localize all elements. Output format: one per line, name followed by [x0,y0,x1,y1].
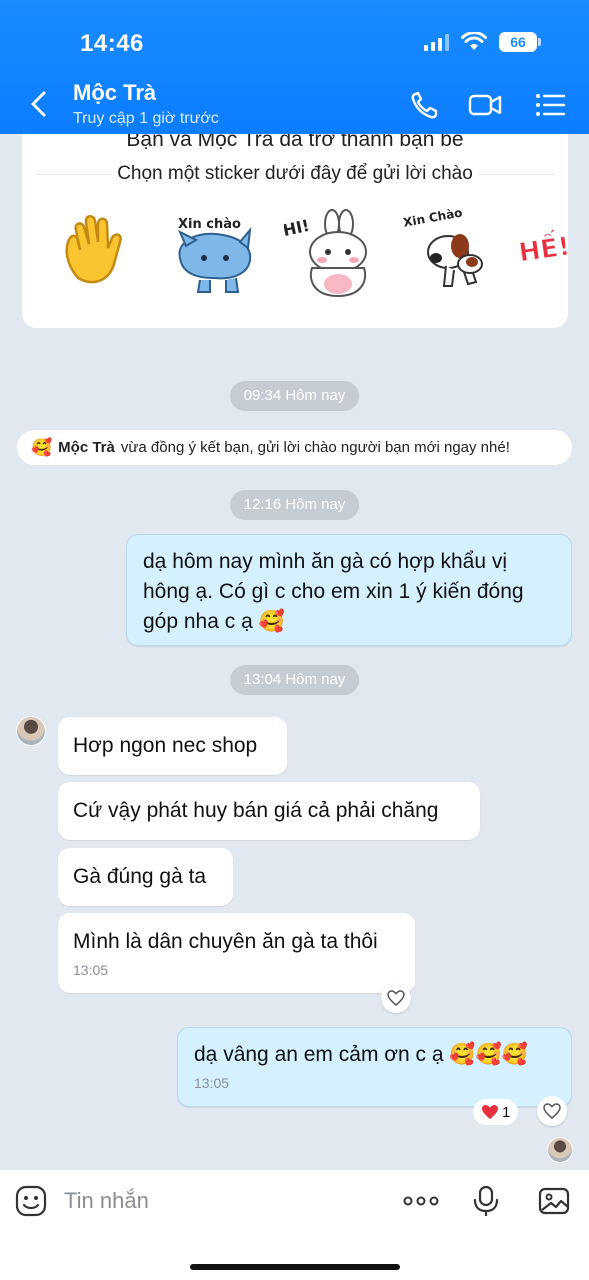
more-options-icon[interactable] [402,1184,440,1218]
battery-indicator: 66 [499,32,541,52]
seen-avatar [547,1137,573,1163]
smiling-face-icon: 🥰 [31,437,53,457]
cat-sticker-text: Xin chào [178,217,241,232]
message-text: dạ hôm nay mình ăn gà có hợp khẩu vị hôn… [143,550,524,633]
cat-sticker[interactable]: Xin chào [170,208,260,298]
he-sticker-text: HẾ!! [516,225,568,268]
message-bubble-received[interactable]: Cứ vậy phát huy bán giá cả phải chăng [58,782,480,840]
sticker-icon[interactable] [14,1184,48,1218]
sticker-prompt: Chọn một sticker dưới đây để gửi lời chà… [22,163,568,185]
heart-outline-icon [543,1103,561,1119]
contact-name[interactable]: Mộc Trà [73,80,156,106]
react-heart-button[interactable] [381,983,411,1013]
phone-icon[interactable] [408,90,442,120]
menu-list-icon[interactable] [534,90,568,120]
dog-sticker[interactable]: Xin Chào [398,208,488,298]
avatar[interactable] [16,716,46,746]
wifi-icon [461,32,487,50]
message-bubble-received[interactable]: Mình là dân chuyên ăn gà ta thôi 13:05 [58,913,415,993]
message-time: 13:05 [73,962,109,978]
reaction-number: 1 [502,1103,511,1121]
message-text: Cứ vậy phát huy bán giá cả phải chăng [73,799,439,822]
message-text: Gà đúng gà ta [73,865,207,888]
message-text: dạ vâng an em cảm ơn c ạ 🥰🥰🥰 [194,1043,528,1066]
status-time: 14:46 [80,30,144,57]
voice-input-icon[interactable] [470,1184,504,1218]
dog-sticker-text: Xin Chào [402,208,463,230]
message-input[interactable]: Tin nhắn [64,1188,149,1214]
signal-icon [424,33,449,51]
message-text: Mình là dân chuyên ăn gà ta thôi [73,930,378,953]
heart-outline-icon [387,990,405,1006]
timestamp-pill: 12:16 Hôm nay [229,490,360,520]
message-bubble-received[interactable]: Gà đúng gà ta [58,848,233,906]
back-arrow-icon[interactable] [28,90,50,118]
status-icons: 66 [424,32,541,52]
image-icon[interactable] [537,1184,571,1218]
friend-accepted-notice: 🥰 Mộc Trà vừa đồng ý kết bạn, gửi lời ch… [17,430,572,465]
chat-header: 14:46 66 Mộc Trà Truy cập 1 giờ trước [0,0,589,134]
waving-hand-sticker[interactable] [56,208,146,298]
message-bubble-sent[interactable]: dạ hôm nay mình ăn gà có hợp khẩu vị hôn… [126,534,572,646]
he-sticker[interactable]: HẾ!! [512,208,568,298]
message-bubble-received[interactable]: Hơp ngon nec shop [58,717,287,775]
timestamp-pill: 09:34 Hôm nay [229,381,360,411]
message-bubble-sent[interactable]: dạ vâng an em cảm ơn c ạ 🥰🥰🥰 13:05 [177,1027,572,1107]
home-indicator [190,1264,400,1270]
reaction-count[interactable]: 1 [473,1099,519,1125]
notice-name: Mộc Trà [58,439,115,456]
video-call-icon[interactable] [468,90,502,120]
timestamp-pill: 13:04 Hôm nay [229,665,360,695]
message-time: 13:05 [194,1075,230,1091]
react-heart-button[interactable] [537,1096,567,1126]
bunny-sticker-text: HI! [284,216,311,240]
last-seen: Truy cập 1 giờ trước [73,110,219,127]
heart-icon [482,1105,498,1119]
bunny-sticker[interactable]: HI! [284,208,374,298]
message-text: Hơp ngon nec shop [73,734,258,757]
notice-text: vừa đồng ý kết bạn, gửi lời chào người b… [120,439,510,456]
friend-greeting-card: Bạn và Mộc Trà đã trở thành bạn bè Chọn … [22,100,568,328]
